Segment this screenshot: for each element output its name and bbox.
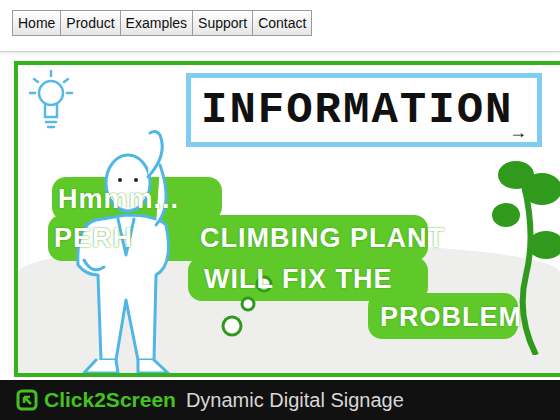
click2screen-logo-icon [16, 389, 38, 411]
brand-name[interactable]: Click2Screen [44, 387, 176, 413]
lightbulb-icon [26, 67, 76, 137]
banner-line: PROBLEM [380, 301, 522, 333]
information-sign: INFORMATION→ [186, 73, 542, 147]
nav-tab[interactable]: Support [193, 11, 253, 35]
banner-line: CLIMBING PLANT [200, 222, 445, 254]
nav-tab[interactable]: Product [61, 11, 120, 35]
main-nav: HomeProductExamplesSupportContact [12, 10, 312, 36]
sign-arrow: → [509, 122, 527, 142]
header: HomeProductExamplesSupportContact [0, 0, 560, 52]
banner-line: WILL FIX THE [204, 263, 393, 295]
nav-tab[interactable]: Home [13, 11, 61, 35]
nav-tab[interactable]: Contact [253, 11, 311, 35]
sign-text: INFORMATION [201, 87, 527, 133]
tagline: Dynamic Digital Signage [186, 387, 404, 413]
banner-line: PERH [54, 222, 133, 254]
banner-illustration: INFORMATION→ Hmmm... PERH CLIMBING PLANT WIL… [14, 61, 560, 377]
footer-bar: Click2Screen Dynamic Digital Signage [0, 380, 560, 420]
nav-tab[interactable]: Examples [121, 11, 193, 35]
banner-line: Hmmm... [58, 183, 179, 215]
